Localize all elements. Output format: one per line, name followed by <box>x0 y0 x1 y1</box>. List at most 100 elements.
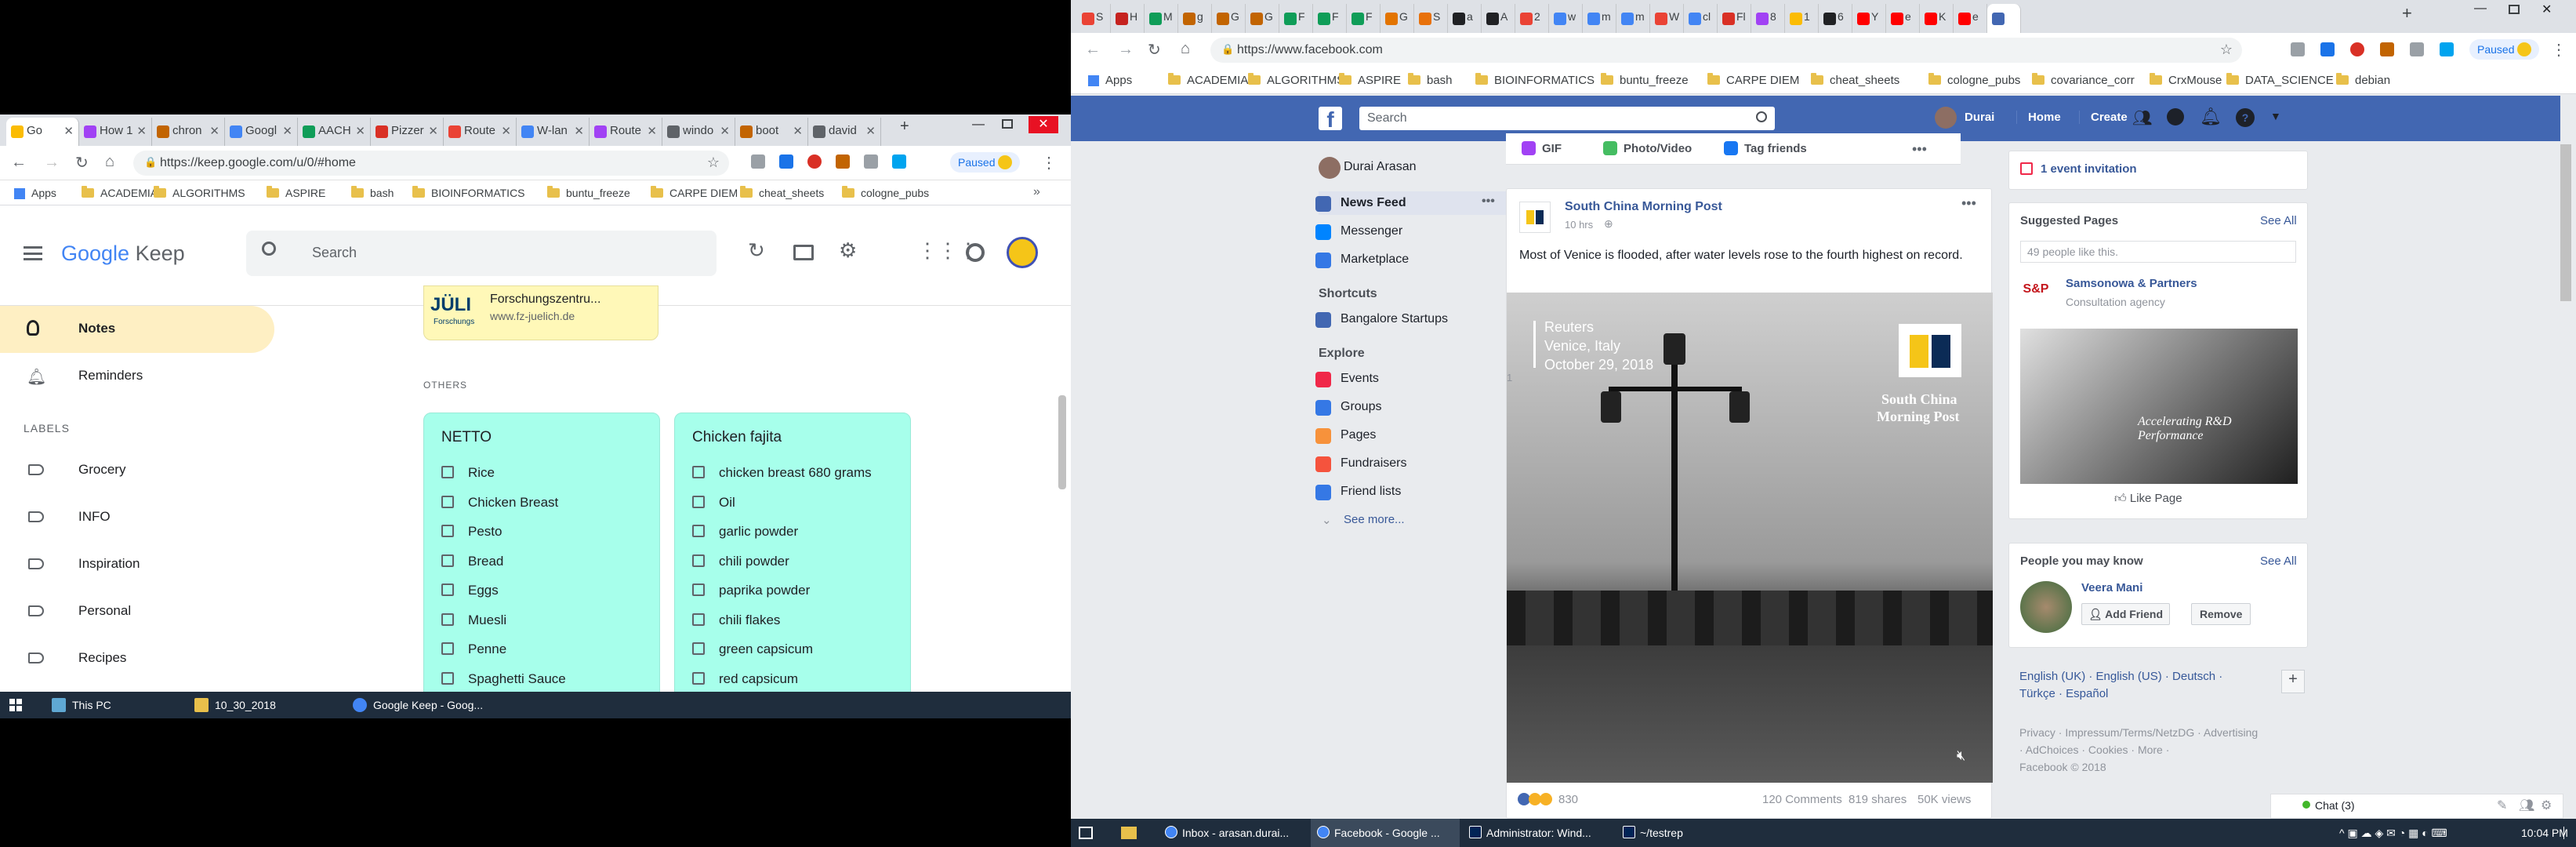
note-card[interactable]: NETTO Rice Chicken Breast Pesto Bread Eggs Mue… <box>423 413 660 692</box>
browser-tab[interactable]: Y <box>1852 4 1886 33</box>
extension-icon[interactable] <box>779 154 793 169</box>
settings-icon[interactable]: ⚙ <box>2541 798 2552 813</box>
fb-nav-item[interactable]: Events 1 <box>1315 372 1512 387</box>
fb-nav-item[interactable]: Pages <box>1315 428 1376 444</box>
maximize-icon[interactable] <box>2509 5 2520 14</box>
browser-tab[interactable]: m <box>1616 4 1650 33</box>
browser-tab[interactable]: A <box>1482 4 1515 33</box>
address-bar[interactable]: 🔒 https://keep.google.com/u/0/#home ☆ <box>133 151 729 176</box>
label-item[interactable]: INFO <box>0 494 274 541</box>
refresh-icon[interactable]: ↻ <box>748 238 765 263</box>
tab-close-icon[interactable]: ✕ <box>865 124 876 138</box>
mute-icon[interactable]: 🔇︎ <box>1957 747 1965 764</box>
browser-tab[interactable]: F <box>1279 4 1313 33</box>
suggested-page-link[interactable]: Samsonowa & Partners <box>2066 277 2197 290</box>
composer-button[interactable]: GIF <box>1522 141 1562 155</box>
bookmark-folder[interactable]: BIOINFORMATICS <box>412 186 525 199</box>
home-icon[interactable]: ⌂ <box>1181 40 1190 58</box>
event-invite-link[interactable]: 1 event invitation <box>2041 162 2137 176</box>
checkbox[interactable] <box>441 525 454 537</box>
bookmark-folder[interactable]: buntu_freeze <box>547 186 630 199</box>
browser-tab[interactable]: Googl ✕ <box>225 118 298 146</box>
bookmark-folder[interactable]: CARPE DIEM <box>1707 73 1799 87</box>
browser-tab[interactable]: windo ✕ <box>662 118 735 146</box>
fb-create-link[interactable]: Create <box>2079 111 2128 124</box>
pinned-note-card[interactable]: JÜLI Forschungs Forschungszentru... www.… <box>423 285 659 340</box>
bookmark-folder[interactable]: CrxMouse <box>2150 73 2222 87</box>
extension-icon[interactable] <box>2410 42 2424 56</box>
checklist-item[interactable]: Rice <box>441 465 495 481</box>
bookmark-folder[interactable]: debian <box>2336 73 2390 87</box>
checklist-item[interactable]: red capsicum <box>692 671 798 687</box>
extension-icon[interactable] <box>751 154 765 169</box>
minimize-icon[interactable]: — <box>972 118 985 132</box>
checklist-item[interactable]: Muesli <box>441 613 506 628</box>
tab-close-icon[interactable]: ✕ <box>720 124 730 138</box>
new-tab-button[interactable]: + <box>900 118 909 136</box>
tray-icons[interactable]: ^ ▣ ☁ ◈ ✉ ◔ ▦ ◐ ⌨ <box>2339 827 2447 840</box>
hamburger-icon[interactable] <box>24 246 42 260</box>
taskbar-item[interactable]: ~/testrep <box>1616 819 1765 847</box>
checklist-item[interactable]: Pesto <box>441 524 502 540</box>
help-icon[interactable]: ? <box>2236 108 2255 127</box>
tab-close-icon[interactable]: ✕ <box>428 124 438 138</box>
checklist-item[interactable]: chili powder <box>692 554 789 569</box>
fb-nav-item[interactable]: Bangalore Startups <box>1315 312 1448 328</box>
menu-icon[interactable]: ⋮ <box>2551 40 2567 60</box>
avatar[interactable] <box>1935 107 1957 129</box>
checklist-item[interactable]: green capsicum <box>692 642 813 657</box>
checklist-item[interactable]: paprika powder <box>692 583 810 598</box>
browser-tab[interactable]: W-lan ✕ <box>517 118 590 146</box>
bookmark-folder[interactable]: bash <box>1408 73 1453 87</box>
taskbar-item[interactable]: Google Keep - Goog... <box>345 692 494 718</box>
checklist-item[interactable]: Chicken Breast <box>441 495 558 511</box>
person-avatar[interactable] <box>2020 581 2072 633</box>
browser-tab[interactable]: 6 <box>1819 4 1852 33</box>
search-icon[interactable] <box>1756 111 1767 122</box>
extension-icon[interactable] <box>836 154 850 169</box>
bookmark-folder[interactable]: DATA_SCIENCE <box>2226 73 2334 87</box>
checkbox[interactable] <box>441 466 454 478</box>
post-author-link[interactable]: South China Morning Post <box>1565 200 1722 214</box>
browser-tab[interactable]: e <box>1886 4 1920 33</box>
extension-icon[interactable] <box>2291 42 2305 56</box>
post-menu-icon[interactable]: ••• <box>1961 195 1976 212</box>
extension-icon[interactable] <box>807 154 822 169</box>
checklist-item[interactable]: Oil <box>692 495 735 511</box>
bookmark-folder[interactable]: buntu_freeze <box>1601 73 1689 87</box>
bookmark-folder[interactable]: ASPIRE <box>267 186 325 199</box>
back-icon[interactable]: ← <box>11 154 27 172</box>
browser-tab[interactable]: Go ✕ <box>6 118 79 146</box>
checkbox[interactable] <box>692 613 705 626</box>
nav-reminders[interactable]: 🔔︎ Reminders <box>0 353 274 400</box>
bookmark-folder[interactable]: ALGORITHMS <box>154 186 245 199</box>
footer-links[interactable]: · AdChoices · Cookies · More · <box>2019 743 2169 756</box>
taskbar-item[interactable]: This PC <box>44 692 154 718</box>
back-icon[interactable]: ← <box>1085 41 1101 59</box>
nav-notes[interactable]: Notes <box>0 306 274 353</box>
maximize-icon[interactable] <box>1002 119 1013 129</box>
tab-close-icon[interactable]: ✕ <box>793 124 803 138</box>
browser-tab[interactable]: S <box>1077 4 1111 33</box>
checkbox[interactable] <box>441 583 454 596</box>
menu-icon[interactable]: ⋮ <box>1041 153 1057 173</box>
extension-icon[interactable] <box>864 154 878 169</box>
chevron-down-icon[interactable]: ▼ <box>2270 110 2281 122</box>
composer-button[interactable]: Photo/Video <box>1603 141 1692 155</box>
browser-tab[interactable]: Fl <box>1718 4 1751 33</box>
checklist-item[interactable]: Bread <box>441 554 503 569</box>
share-count[interactable]: 819 shares <box>1849 793 1907 806</box>
browser-tab[interactable]: david ✕ <box>808 118 881 146</box>
group-icon[interactable]: 👥︎ <box>2519 798 2534 813</box>
browser-tab[interactable]: G <box>1381 4 1414 33</box>
bookmarks-overflow-icon[interactable]: » <box>1033 185 1040 199</box>
address-bar[interactable]: 🔒 https://www.facebook.com ☆ <box>1210 38 2242 63</box>
forward-icon[interactable]: → <box>1118 41 1134 59</box>
browser-tab[interactable]: K <box>1920 4 1954 33</box>
minimize-icon[interactable]: — <box>2474 2 2487 16</box>
browser-tab[interactable]: Pizzer ✕ <box>371 118 444 146</box>
fb-profile-link[interactable]: Durai <box>1965 111 1994 124</box>
tab-close-icon[interactable]: ✕ <box>647 124 657 138</box>
extension-icon[interactable] <box>2440 42 2454 56</box>
reload-icon[interactable]: ↻ <box>1148 40 1161 60</box>
